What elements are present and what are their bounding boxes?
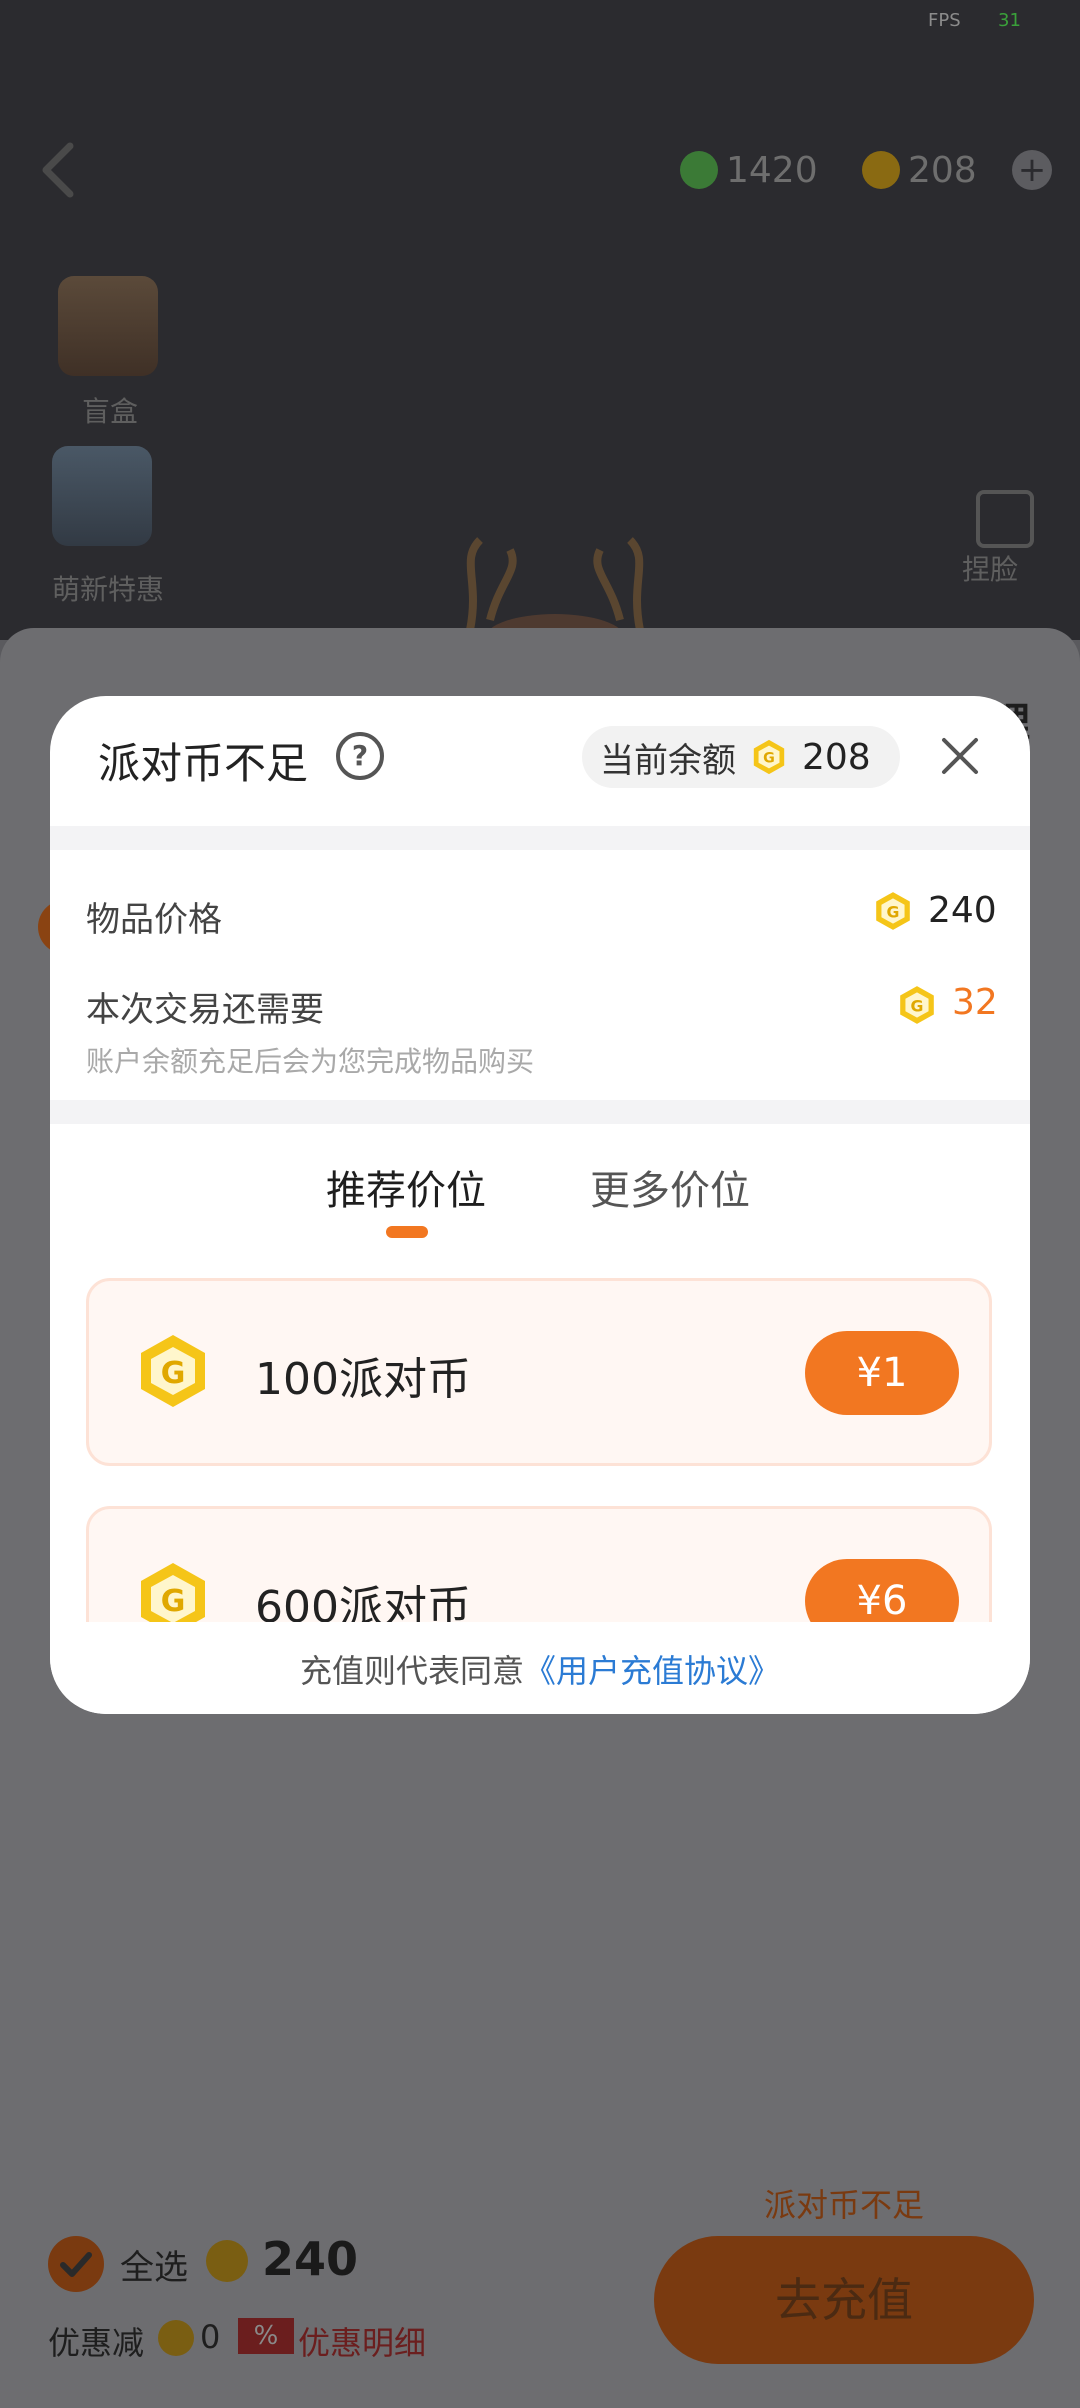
character-antlers-image (466, 537, 644, 640)
section-divider (50, 1100, 1030, 1124)
green-currency-display: 1420 (680, 146, 818, 194)
tab-more-prices[interactable]: 更多价位 (590, 1158, 750, 1216)
party-coin-icon: G (141, 1335, 205, 1407)
tab-recommended-prices[interactable]: 推荐价位 (326, 1158, 486, 1216)
svg-text:G: G (887, 902, 900, 921)
package-name: 100派对币 (255, 1354, 471, 1405)
gold-coin-icon (862, 151, 900, 189)
fps-label: FPS (928, 10, 961, 31)
svg-text:G: G (161, 1356, 186, 1391)
party-coin-icon: G (900, 986, 934, 1024)
balance-label: 当前余额 (600, 740, 736, 781)
amount-needed-label: 本次交易还需要 (86, 990, 324, 1030)
item-price-label: 物品价格 (86, 900, 222, 940)
package-price-button[interactable]: ¥1 (805, 1331, 959, 1415)
check-icon (60, 2252, 92, 2277)
close-icon[interactable] (936, 732, 984, 780)
party-coin-icon: G (876, 892, 910, 930)
gold-currency-display: 208 (862, 146, 977, 194)
dialog-title: 派对币不足 (98, 739, 309, 788)
back-arrow-icon[interactable] (36, 140, 84, 200)
current-balance-pill: 当前余额 G 208 (582, 726, 900, 788)
gold-currency-value: 208 (908, 149, 977, 191)
insufficient-hint: 派对币不足 (764, 2186, 925, 2224)
discount-value: 0 (200, 2318, 221, 2356)
agreement-text: 充值则代表同意《用户充值协议》 (50, 1646, 1030, 1692)
recharge-button[interactable]: 去充值 (654, 2236, 1034, 2364)
agreement-prefix: 充值则代表同意 (299, 1652, 524, 1690)
blind-box-label: 盲盒 (82, 395, 139, 428)
newbie-offer-label: 萌新特惠 (52, 573, 165, 606)
balance-value: 208 (802, 736, 871, 778)
active-tab-indicator (386, 1226, 428, 1238)
section-divider (50, 826, 1030, 850)
item-price-value: 240 (928, 890, 997, 931)
total-coin-icon (206, 2240, 248, 2282)
select-all-checkbox[interactable] (48, 2236, 104, 2292)
svg-text:G: G (911, 996, 924, 1015)
newbie-offer-icon[interactable] (52, 446, 152, 546)
face-edit-label: 捏脸 (962, 553, 1019, 586)
blind-box-icon[interactable] (58, 276, 158, 376)
auto-purchase-note: 账户余额充足后会为您完成物品购买 (86, 1045, 535, 1078)
discount-coin-icon (158, 2320, 194, 2356)
select-all-label: 全选 (120, 2248, 188, 2288)
help-icon[interactable]: ? (336, 732, 384, 780)
green-coin-icon (680, 151, 718, 189)
svg-text:G: G (763, 751, 775, 767)
total-price: 240 (262, 2232, 359, 2286)
fps-value: 31 (998, 10, 1021, 31)
amount-needed-value: 32 (952, 982, 998, 1023)
add-currency-icon[interactable]: + (1012, 150, 1052, 190)
discount-percent-icon: % (238, 2318, 294, 2354)
discount-label: 优惠减 (48, 2324, 145, 2362)
recharge-agreement-link[interactable]: 《用户充值协议》 (524, 1652, 780, 1690)
insufficient-coins-dialog: 派对币不足 ? 当前余额 G 208 物品价格 G 240 本次交易还需要 G … (50, 696, 1030, 1714)
recharge-package-card[interactable]: G 100派对币 ¥1 (86, 1278, 992, 1466)
svg-text:G: G (161, 1584, 186, 1619)
party-coin-icon: G (753, 739, 785, 775)
green-currency-value: 1420 (726, 149, 818, 191)
discount-detail-link[interactable]: 优惠明细 (298, 2318, 426, 2364)
face-edit-icon[interactable] (976, 490, 1034, 548)
